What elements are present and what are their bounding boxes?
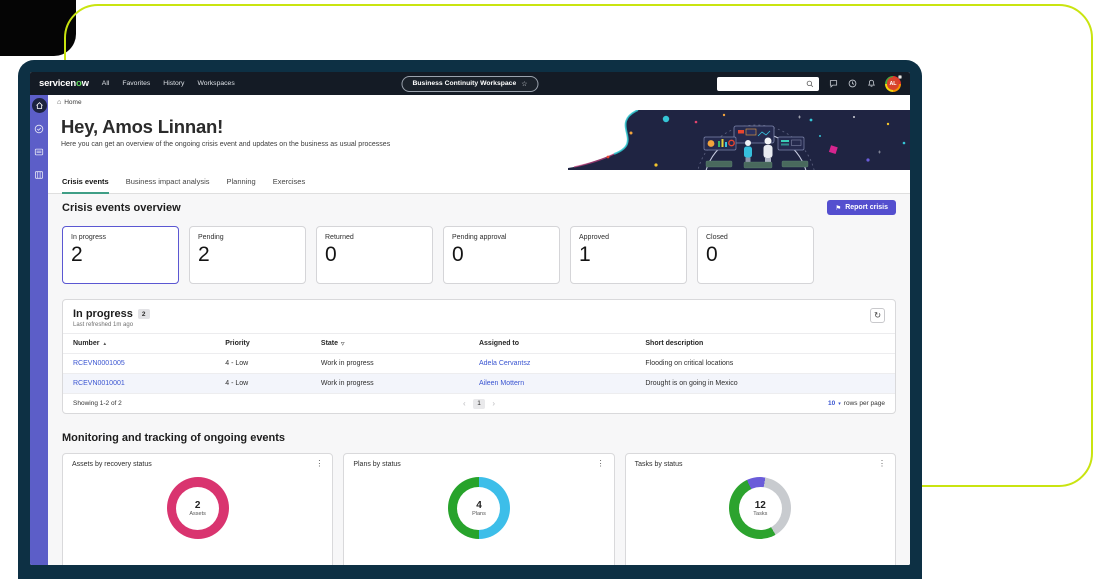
notifications-bell-icon[interactable] [866, 79, 876, 89]
nav-item-workspaces[interactable]: Workspaces [197, 80, 234, 87]
nav-item-history[interactable]: History [163, 80, 184, 87]
state-cell: Work in progress [321, 374, 479, 393]
column-header-priority[interactable]: Priority [225, 334, 321, 353]
hero-illustration [568, 110, 910, 170]
tab-bar: Crisis events Business impact analysis P… [48, 170, 910, 194]
stat-card-returned[interactable]: Returned 0 [316, 226, 433, 284]
hero-banner: Hey, Amos Linnan! Here you can get an ov… [48, 110, 910, 170]
kebab-menu-icon[interactable]: ⋮ [315, 460, 323, 468]
last-refreshed-text: Last refreshed 1m ago [73, 322, 885, 328]
stat-card-pending[interactable]: Pending 2 [189, 226, 306, 284]
tab-planning[interactable]: Planning [227, 170, 256, 194]
table-row: RCEVN0010001 4 - Low Work in progress Ai… [63, 373, 895, 393]
plans-donut-chart[interactable]: 4 Plans [448, 477, 510, 539]
laptop-frame: servicenow All Favorites History Workspa… [18, 60, 922, 579]
in-progress-table-card: In progress 2 Last refreshed 1m ago ↻ Nu… [62, 299, 896, 414]
sidebar-item-home[interactable] [32, 98, 47, 113]
kebab-menu-icon[interactable]: ⋮ [597, 460, 605, 468]
content-area: Crisis events overview ⚑ Report crisis I… [48, 194, 910, 565]
home-icon: ⌂ [57, 99, 61, 106]
previous-page-icon[interactable]: ‹ [463, 400, 466, 408]
stat-card-approved[interactable]: Approved 1 [570, 226, 687, 284]
refresh-icon: ↻ [874, 310, 881, 321]
table-header-row: Number▲ Priority State▽ Assigned to Shor… [63, 333, 895, 353]
assigned-to-link[interactable]: Aileen Mottern [479, 374, 645, 393]
chart-card-assets-by-recovery-status: Assets by recovery status ⋮ 2 Assets [62, 453, 333, 565]
workspace-sidebar [30, 95, 48, 565]
top-nav-right: AL [717, 76, 901, 92]
column-header-number[interactable]: Number▲ [63, 334, 225, 353]
current-page-indicator[interactable]: 1 [473, 399, 486, 409]
priority-cell: 4 - Low [225, 374, 321, 393]
user-avatar[interactable]: AL [885, 76, 901, 92]
short-description-cell: Drought is on going in Mexico [645, 374, 895, 393]
report-crisis-button[interactable]: ⚑ Report crisis [827, 200, 896, 215]
top-nav: servicenow All Favorites History Workspa… [30, 72, 910, 95]
nav-menu: All Favorites History Workspaces [102, 80, 235, 87]
assets-donut-chart[interactable]: 2 Assets [167, 477, 229, 539]
flag-icon: ⚑ [835, 204, 841, 212]
stat-card-pending-approval[interactable]: Pending approval 0 [443, 226, 560, 284]
tab-crisis-events[interactable]: Crisis events [62, 170, 109, 194]
page-greeting: Hey, Amos Linnan! [61, 116, 390, 138]
page-greeting-subtitle: Here you can get an overview of the ongo… [61, 141, 390, 148]
search-input[interactable] [717, 77, 819, 91]
record-number-link[interactable]: RCEVN0010001 [63, 374, 225, 393]
sort-ascending-icon: ▲ [102, 341, 107, 346]
stat-card-closed[interactable]: Closed 0 [697, 226, 814, 284]
star-icon[interactable]: ☆ [521, 80, 527, 88]
stat-card-in-progress[interactable]: In progress 2 [62, 226, 179, 284]
refresh-button[interactable]: ↻ [870, 308, 885, 323]
breadcrumb-home[interactable]: Home [64, 99, 81, 106]
sidebar-item-lists[interactable] [32, 144, 47, 159]
history-clock-icon[interactable] [847, 79, 857, 89]
servicenow-logo[interactable]: servicenow [39, 78, 89, 89]
nav-item-favorites[interactable]: Favorites [122, 80, 150, 87]
filter-icon: ▽ [341, 341, 345, 347]
short-description-cell: Flooding on critical locations [645, 354, 895, 373]
chat-icon[interactable] [828, 79, 838, 89]
chevron-down-icon: ▾ [838, 401, 841, 407]
table-row: RCEVN0001005 4 - Low Work in progress Ad… [63, 353, 895, 373]
pagination: ‹ 1 › [463, 399, 495, 409]
sidebar-item-board[interactable] [32, 167, 47, 182]
chart-card-tasks-by-status: Tasks by status ⋮ 12 Tasks [625, 453, 896, 565]
monitoring-cards: Assets by recovery status ⋮ 2 Assets [62, 453, 896, 565]
tasks-donut-chart[interactable]: 12 Tasks [729, 477, 791, 539]
tab-business-impact-analysis[interactable]: Business impact analysis [126, 170, 210, 194]
table-footer: Showing 1-2 of 2 ‹ 1 › 10 ▾ rows per pag… [63, 393, 895, 413]
section-title-monitoring: Monitoring and tracking of ongoing event… [62, 432, 896, 444]
showing-count-text: Showing 1-2 of 2 [73, 400, 122, 407]
kebab-menu-icon[interactable]: ⋮ [878, 460, 886, 468]
nav-item-all[interactable]: All [102, 80, 110, 87]
breadcrumb: ⌂ Home [48, 95, 910, 110]
table-title: In progress [73, 308, 133, 320]
assigned-to-link[interactable]: Adela Cervantsz [479, 354, 645, 373]
tab-exercises[interactable]: Exercises [273, 170, 306, 194]
column-header-assigned-to[interactable]: Assigned to [479, 334, 645, 353]
rows-per-page-control[interactable]: 10 ▾ rows per page [828, 400, 885, 407]
avatar-status-dot [898, 75, 903, 80]
record-number-link[interactable]: RCEVN0001005 [63, 354, 225, 373]
sidebar-item-tasks[interactable] [32, 121, 47, 136]
next-page-icon[interactable]: › [492, 400, 495, 408]
workspace-switcher[interactable]: Business Continuity Workspace ☆ [401, 76, 538, 92]
column-header-state[interactable]: State▽ [321, 334, 479, 353]
search-icon [805, 79, 815, 89]
screen: servicenow All Favorites History Workspa… [30, 72, 910, 565]
column-header-short-description[interactable]: Short description [645, 334, 895, 353]
chart-card-plans-by-status: Plans by status ⋮ 4 Plans [343, 453, 614, 565]
priority-cell: 4 - Low [225, 354, 321, 373]
section-title-crisis-overview: Crisis events overview [62, 202, 181, 214]
crisis-stat-cards: In progress 2 Pending 2 Returned 0 Pendi… [62, 226, 896, 284]
table-count-badge: 2 [138, 309, 150, 319]
state-cell: Work in progress [321, 354, 479, 373]
